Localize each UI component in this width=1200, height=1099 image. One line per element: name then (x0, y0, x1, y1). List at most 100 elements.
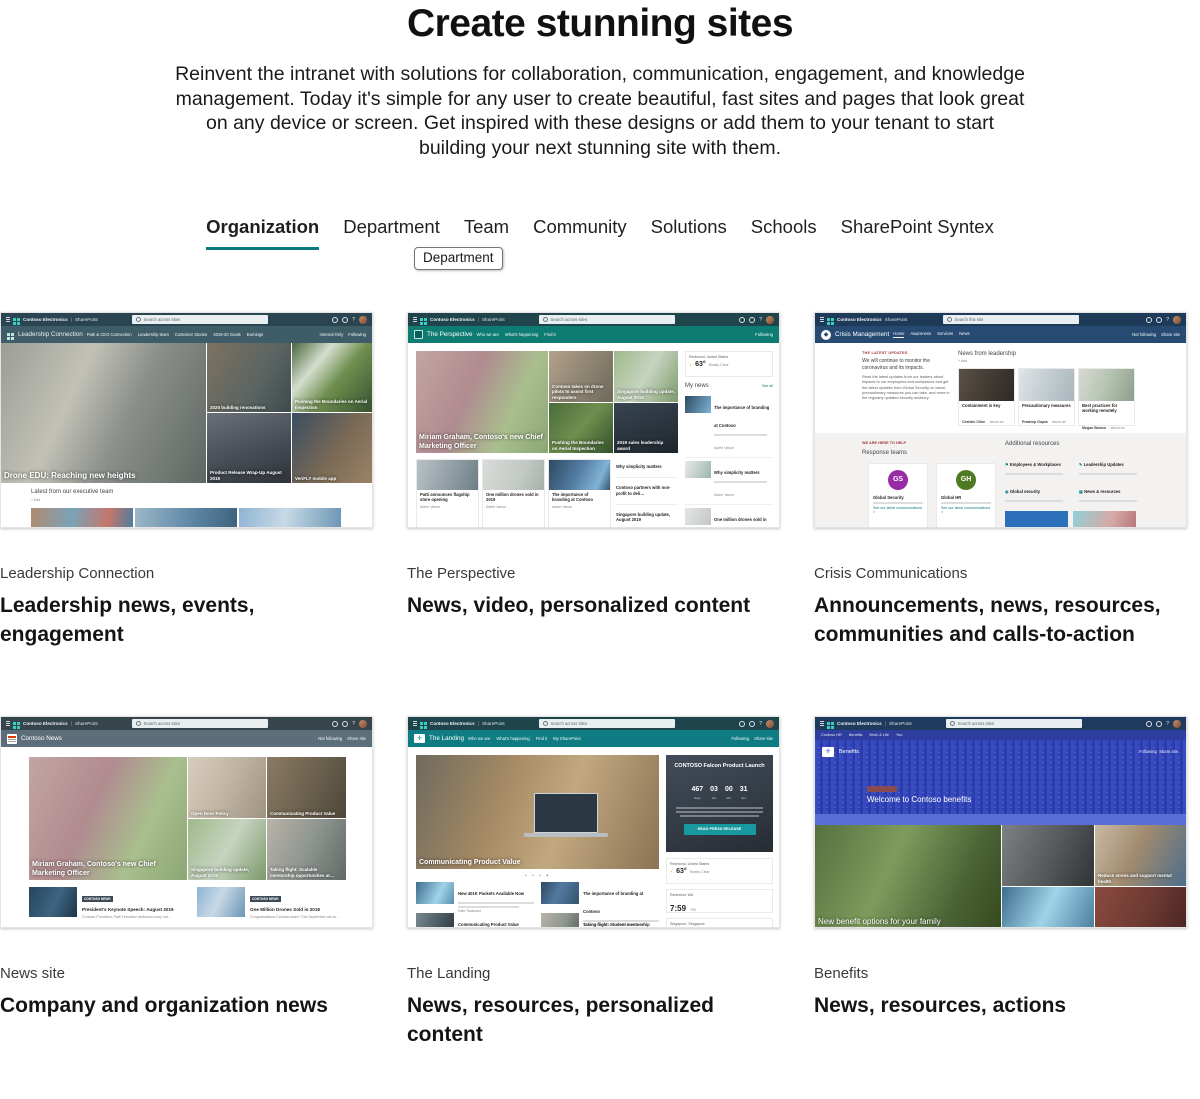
news-photo (29, 887, 77, 917)
add-button: + Add (31, 498, 113, 502)
see-all-link: See all (762, 384, 773, 388)
site-thumbnail-crisis-communications[interactable]: Contoso Electronics SharePoint Search th… (814, 312, 1187, 528)
resource-item: Employees & Workplaces (1010, 462, 1061, 467)
news-item: Communicating Product Value (416, 913, 534, 928)
brand-label: Contoso Electronics (430, 317, 475, 322)
drone-icon: ✛ (414, 734, 425, 743)
suite-icons: ? (1146, 720, 1181, 728)
tab-sharepoint-syntex[interactable]: SharePoint Syntex (841, 216, 994, 250)
tab-department[interactable]: Department (343, 216, 440, 250)
help-section: WE ARE HERE TO HELP Response teams GS Gl… (815, 433, 1186, 527)
news-card: Containment is key Christie Cline about … (958, 368, 1015, 426)
search-icon (950, 721, 955, 726)
weather-temp: 63° (676, 868, 687, 875)
section-title: News from leadership (958, 351, 1138, 357)
photo-tile: New benefit options for your family (815, 825, 1001, 928)
resource-item: News & resources (1084, 489, 1120, 494)
site-logo-icon (7, 333, 10, 336)
bell-icon (332, 317, 338, 323)
clock-card: Singapore, Singapore 10:59 AM (666, 918, 773, 928)
card-description: News, video, personalized content (407, 591, 780, 620)
weather-condition: Mostly Clear (690, 870, 710, 874)
weather-temp: 63° (695, 361, 706, 368)
gear-icon (749, 317, 755, 323)
news-title: One million drones sold in 2019 (714, 517, 767, 528)
news-tile: Pushing the Boundaries on Aerial Inspect… (549, 403, 613, 453)
site-name: Crisis Management (835, 331, 889, 338)
help-icon: ? (1166, 721, 1169, 727)
search-box: Search across sites (946, 719, 1082, 728)
drone-icon: ✛ (822, 747, 834, 757)
tab-solutions[interactable]: Solutions (651, 216, 727, 250)
tab-community[interactable]: Community (533, 216, 627, 250)
hamburger-icon (6, 721, 10, 722)
search-placeholder: Search across sites (551, 721, 588, 726)
nav-item: Services (937, 331, 953, 338)
news-badge (867, 786, 897, 792)
tab-team[interactable]: Team (464, 216, 509, 250)
nav-item: Find it (544, 332, 555, 337)
nav-item: What's happening (496, 736, 529, 741)
suite-bar: Contoso Electronics | SharePoint Search … (408, 313, 779, 326)
site-thumbnail-the-perspective[interactable]: Contoso Electronics | SharePoint Search … (407, 312, 780, 528)
site-thumbnail-leadership-connection[interactable]: Contoso Electronics | SharePoint Search … (0, 312, 373, 528)
site-thumbnail-benefits[interactable]: Contoso Electronics | SharePoint Search … (814, 716, 1187, 928)
cta-block (1005, 511, 1068, 528)
resource-item: Leadership Updates (1084, 462, 1124, 467)
news-card: Best practices for working remotely Mega… (1078, 368, 1135, 426)
card-the-perspective: Contoso Electronics | SharePoint Search … (407, 312, 780, 716)
suite-icons: ? (739, 720, 774, 728)
resource-item: Global security (1010, 489, 1040, 494)
tile-headline: Reduce stress and support mental health (1098, 873, 1185, 884)
card-site-name: Crisis Communications (814, 565, 1187, 582)
card-crisis-communications: Contoso Electronics SharePoint Search th… (814, 312, 1187, 716)
help-icon: ? (759, 721, 762, 727)
hub-nav-item: Work & Life (869, 733, 889, 737)
site-thumbnail-news-site[interactable]: Contoso Electronics | SharePoint Search … (0, 716, 373, 928)
card-site-name: Benefits (814, 965, 1187, 982)
news-photo (541, 913, 579, 928)
countdown-title: CONTOSO Falcon Product Launch (672, 763, 767, 770)
avatar (359, 720, 367, 728)
tile-headline: Pushing the Boundaries on Aerial Inspect… (552, 440, 610, 451)
shield-icon: ◆ (821, 330, 831, 340)
news-row: CONTOSO NEWS One Million Drones Sold in … (197, 887, 347, 928)
page: Create stunning sites Reinvent the intra… (0, 0, 1200, 1099)
product-label: SharePoint (482, 317, 505, 322)
news-icon (7, 734, 17, 744)
nav-item: 2019-20 Goals (213, 332, 240, 337)
news-title: Communicating Product Value (458, 922, 519, 927)
news-photo (685, 461, 711, 478)
news-author: Adele Vance (417, 503, 478, 509)
section-title: Latest from our executive team (31, 489, 113, 495)
suite-bar: Contoso Electronics | SharePoint Search … (1, 313, 372, 326)
tab-schools[interactable]: Schools (751, 216, 817, 250)
bell-icon (739, 317, 745, 323)
brand-label: Contoso Electronics (23, 721, 68, 726)
news-tile: Singapore building update, August 2019 (188, 819, 266, 880)
nav-item: Customer Stories (175, 332, 207, 337)
weather-condition: Mostly Clear (709, 363, 729, 367)
photo-tile (1095, 887, 1187, 928)
nav-item: Leadership team (138, 332, 169, 337)
news-photo (541, 882, 579, 904)
site-thumbnail-the-landing[interactable]: Contoso Electronics | SharePoint Search … (407, 716, 780, 928)
card-news-site: Contoso Electronics | SharePoint Search … (0, 716, 373, 1099)
contoso-logo-icon (13, 318, 16, 321)
site-header: ✛ The Landing Who we are What's happenin… (408, 730, 779, 747)
weather-city: Redmond, United States (670, 862, 769, 866)
section-label: THE LATEST UPDATES (862, 351, 954, 355)
product-label: SharePoint (75, 721, 98, 726)
contoso-logo-icon (13, 722, 16, 725)
suite-icons: ? (332, 720, 367, 728)
nav-item: Home (893, 331, 904, 338)
news-tile: 2019 sales leadership award (614, 403, 678, 453)
site-actions: Not followingShare site (318, 736, 366, 741)
suite-icons: ? (1146, 316, 1181, 324)
page-title: Create stunning sites (0, 0, 1200, 46)
news-card: Precautionary measures Pradeep Gupta abo… (1018, 368, 1075, 426)
news-snippet: Contoso President, Patti Fernadez delive… (82, 915, 184, 919)
tab-organization[interactable]: Organization (206, 216, 319, 250)
search-icon (136, 721, 141, 726)
brand-label: Contoso Electronics (430, 721, 475, 726)
